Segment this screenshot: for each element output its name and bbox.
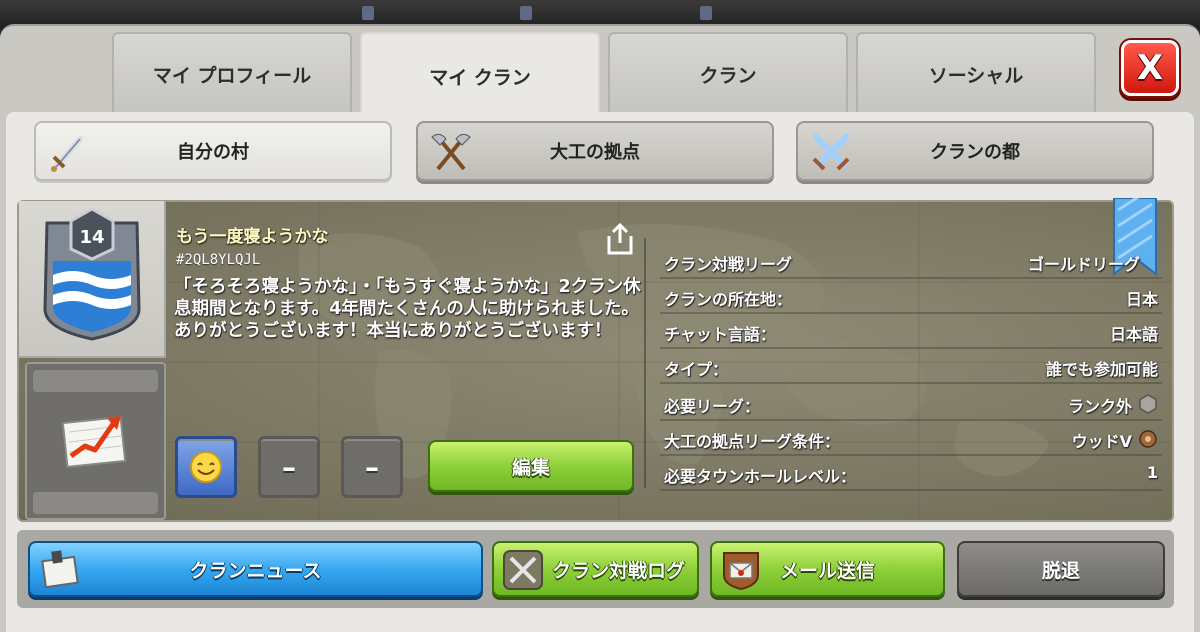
tab-my-profile[interactable]: マイ プロフィール [112, 32, 352, 114]
news-note-icon [41, 550, 79, 589]
tab-my-clan[interactable]: マイ クラン [360, 32, 600, 118]
info-value: 日本語 [1109, 325, 1158, 344]
info-value: 1 [1146, 463, 1158, 482]
empty-slot-button[interactable]: – [258, 436, 320, 498]
share-icon[interactable] [606, 222, 634, 256]
close-button[interactable]: X [1121, 40, 1179, 96]
info-key: クラン対戦リーグ [664, 255, 793, 274]
clan-description: 「そろそろ寝ようかな」・「もうすぐ寝ようかな」2クラン休息期間となります。4年間… [174, 277, 641, 341]
subtab-label: 大工の拠点 [550, 142, 640, 163]
chart-growth-icon [61, 415, 127, 469]
tab-label: マイ プロフィール [152, 64, 312, 87]
side-card-bar [33, 370, 158, 392]
close-icon: X [1136, 48, 1164, 88]
info-key: クランの所在地： [664, 290, 793, 309]
dash-label: – [282, 450, 296, 484]
emoji-button[interactable] [175, 436, 237, 498]
info-row-builder-league: 大工の拠点リーグ条件： ウッドV [660, 423, 1162, 456]
subtab-label: 自分の村 [177, 142, 249, 163]
info-value: 日本 [1125, 290, 1158, 309]
clan-news-label: クランニュース [189, 559, 322, 582]
tab-clan[interactable]: クラン [608, 32, 848, 114]
empty-slot-button[interactable]: – [341, 436, 403, 498]
wood-league-icon [1139, 430, 1157, 448]
war-log-label: クラン対戦ログ [551, 559, 685, 582]
info-value: ゴールドリーグ [1027, 255, 1140, 274]
info-key: 大工の拠点リーグ条件： [664, 432, 841, 451]
tab-label: マイ クラン [429, 66, 531, 89]
smiley-icon [190, 451, 222, 483]
info-row-chat-language: チャット言語： 日本語 [660, 316, 1162, 349]
tab-label: クラン [699, 64, 757, 87]
clan-name: もう一度寝ようかな [176, 227, 329, 247]
clan-badge-card[interactable]: 14 [19, 201, 166, 358]
tab-social[interactable]: ソーシャル [856, 32, 1096, 114]
leave-label: 脱退 [1041, 559, 1080, 582]
info-value: ランク外 [1067, 397, 1132, 416]
info-key: 必要タウンホールレベル： [664, 467, 857, 486]
background-decoration [362, 6, 374, 20]
info-key: チャット言語： [664, 325, 776, 344]
info-value: 誰でも参加可能 [1045, 360, 1158, 379]
subtab-label: クランの都 [930, 142, 1020, 163]
subtab-builder-base[interactable]: 大工の拠点 [416, 121, 774, 181]
info-row-required-league: 必要リーグ： ランク外 [660, 388, 1162, 421]
dash-label: – [365, 450, 379, 484]
divider [644, 238, 646, 488]
clan-stats-card[interactable] [25, 362, 166, 520]
info-value: ウッドV [1071, 432, 1132, 451]
side-card-bar [33, 492, 158, 514]
subtab-home-village[interactable]: 自分の村 [34, 121, 392, 181]
send-mail-button[interactable]: メール送信 [710, 541, 945, 597]
tab-label: ソーシャル [928, 64, 1024, 87]
leave-clan-button[interactable]: 脱退 [957, 541, 1165, 597]
clan-tag[interactable]: #2QL8YLQJL [176, 252, 260, 268]
war-log-button[interactable]: クラン対戦ログ [492, 541, 699, 597]
info-row-location: クランの所在地： 日本 [660, 281, 1162, 314]
send-mail-label: メール送信 [779, 559, 875, 582]
info-row-required-townhall: 必要タウンホールレベル： 1 [660, 458, 1162, 491]
info-row-type: タイプ： 誰でも参加可能 [660, 351, 1162, 384]
mail-shield-icon [723, 552, 759, 591]
subtab-clan-capital[interactable]: クランの都 [796, 121, 1154, 181]
edit-button[interactable]: 編集 [428, 440, 634, 492]
war-log-swords-icon [503, 550, 543, 590]
clan-badge-icon: 14 [43, 207, 141, 341]
info-key: タイプ： [664, 360, 729, 379]
clan-level: 14 [79, 227, 104, 248]
edit-label: 編集 [511, 456, 550, 479]
info-row-war-league: クラン対戦リーグ ゴールドリーグ [660, 246, 1162, 279]
background-decoration [520, 6, 532, 20]
info-key: 必要リーグ： [664, 397, 761, 416]
clan-news-button[interactable]: クランニュース [28, 541, 483, 597]
background-decoration [700, 6, 712, 20]
unranked-league-icon [1139, 394, 1157, 414]
